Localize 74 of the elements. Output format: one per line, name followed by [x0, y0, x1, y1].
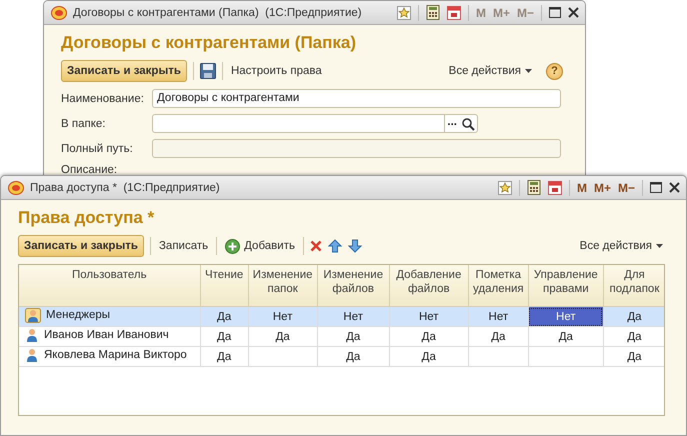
table-cell: Нет — [317, 306, 390, 326]
table-cell: Да — [389, 326, 468, 346]
input-field[interactable]: ... — [152, 114, 478, 133]
calendar-icon[interactable] — [548, 180, 562, 195]
column-header[interactable]: Пометка удаления — [468, 265, 528, 306]
field-label: Полный путь: — [61, 142, 134, 154]
memory-button[interactable]: M− — [618, 180, 635, 194]
table-cell: Нет — [389, 306, 468, 326]
table-cell: Да — [200, 326, 248, 346]
move-up-icon[interactable] — [328, 239, 342, 253]
column-header[interactable]: Пользователь — [19, 265, 200, 306]
table-cell: Да — [200, 346, 248, 366]
user-name: Яковлева Марина Викторо — [44, 349, 187, 361]
field-label: Описание: — [61, 164, 118, 176]
form-title: Права доступа * — [18, 208, 156, 228]
table-cell: Да — [200, 306, 248, 326]
table-cell: Да — [468, 326, 528, 346]
column-header[interactable]: Добавление файлов — [389, 265, 468, 306]
star-icon[interactable] — [396, 6, 411, 20]
logo-icon — [8, 180, 24, 194]
table-cell: Да — [317, 346, 390, 366]
column-header[interactable]: Управление правами — [528, 265, 604, 306]
add-button[interactable]: Добавить — [223, 238, 297, 254]
table-cell: Да — [317, 326, 390, 346]
caret-icon — [525, 69, 532, 73]
choice-button[interactable]: ... — [444, 115, 459, 132]
star-icon[interactable] — [498, 180, 512, 194]
column-header[interactable]: Для подлапок — [603, 265, 664, 306]
table-cell: Да — [248, 326, 318, 346]
save-button[interactable]: Записать — [156, 240, 210, 252]
help-button[interactable]: ? — [546, 62, 563, 80]
field-label: В папке: — [61, 118, 106, 130]
window-title: Права доступа * (1С:Предприятие) — [30, 182, 220, 194]
table-cell: Да — [528, 326, 604, 346]
user-icon — [25, 328, 39, 342]
column-header[interactable]: Чтение — [200, 265, 248, 306]
table-row[interactable]: Менеджеры Да Нет Нет Нет Нет Нет Да — [19, 306, 664, 326]
calendar-icon[interactable] — [446, 5, 461, 20]
caret-icon — [656, 244, 663, 248]
table-cell: Нет — [528, 306, 604, 326]
all-actions-menu[interactable]: Все действия — [446, 65, 534, 77]
table-cell: Да — [603, 306, 664, 326]
user-icon — [25, 348, 39, 362]
configure-rights-button[interactable]: Настроить права — [228, 65, 324, 77]
delete-icon[interactable] — [310, 240, 322, 252]
close-icon[interactable] — [669, 182, 680, 193]
user-group-icon — [25, 308, 41, 322]
close-icon[interactable] — [568, 7, 579, 18]
search-icon[interactable] — [461, 116, 475, 130]
save-and-close-button[interactable]: Записать и закрыть — [61, 60, 187, 82]
input-field[interactable]: Договоры с контрагентами — [152, 89, 561, 108]
window-title: Договоры с контрагентами (Папка) (1С:Предприятие) — [73, 6, 362, 18]
plus-icon — [225, 238, 240, 254]
save-and-close-button[interactable]: Записать и закрыть — [18, 235, 144, 257]
column-header[interactable]: Изменение файлов — [317, 265, 390, 306]
logo-icon — [51, 6, 67, 20]
table-row[interactable]: Иванов Иван Иванович Да Да Да Да Да Да Да — [19, 326, 664, 346]
table-cell: Нет — [468, 306, 528, 326]
maximize-icon[interactable] — [650, 182, 662, 193]
maximize-icon[interactable] — [549, 7, 561, 18]
field-label: Наименование: — [61, 92, 145, 104]
form-title: Договоры с контрагентами (Папка) — [61, 33, 358, 53]
move-down-icon[interactable] — [348, 239, 362, 253]
table-row[interactable]: Яковлева Марина Викторо Да Да Да Да — [19, 346, 664, 366]
memory-button[interactable]: M — [576, 180, 587, 194]
calculator-icon[interactable] — [426, 5, 440, 20]
table-cell: Нет — [248, 306, 318, 326]
user-name: Иванов Иван Иванович — [44, 329, 169, 341]
table-cell: Да — [389, 346, 468, 366]
all-actions-menu[interactable]: Все действия — [578, 240, 665, 252]
memory-button[interactable]: M+ — [594, 180, 611, 194]
user-name: Менеджеры — [46, 309, 110, 321]
calculator-icon[interactable] — [526, 180, 541, 195]
column-header[interactable]: Изменение папок — [248, 265, 318, 306]
